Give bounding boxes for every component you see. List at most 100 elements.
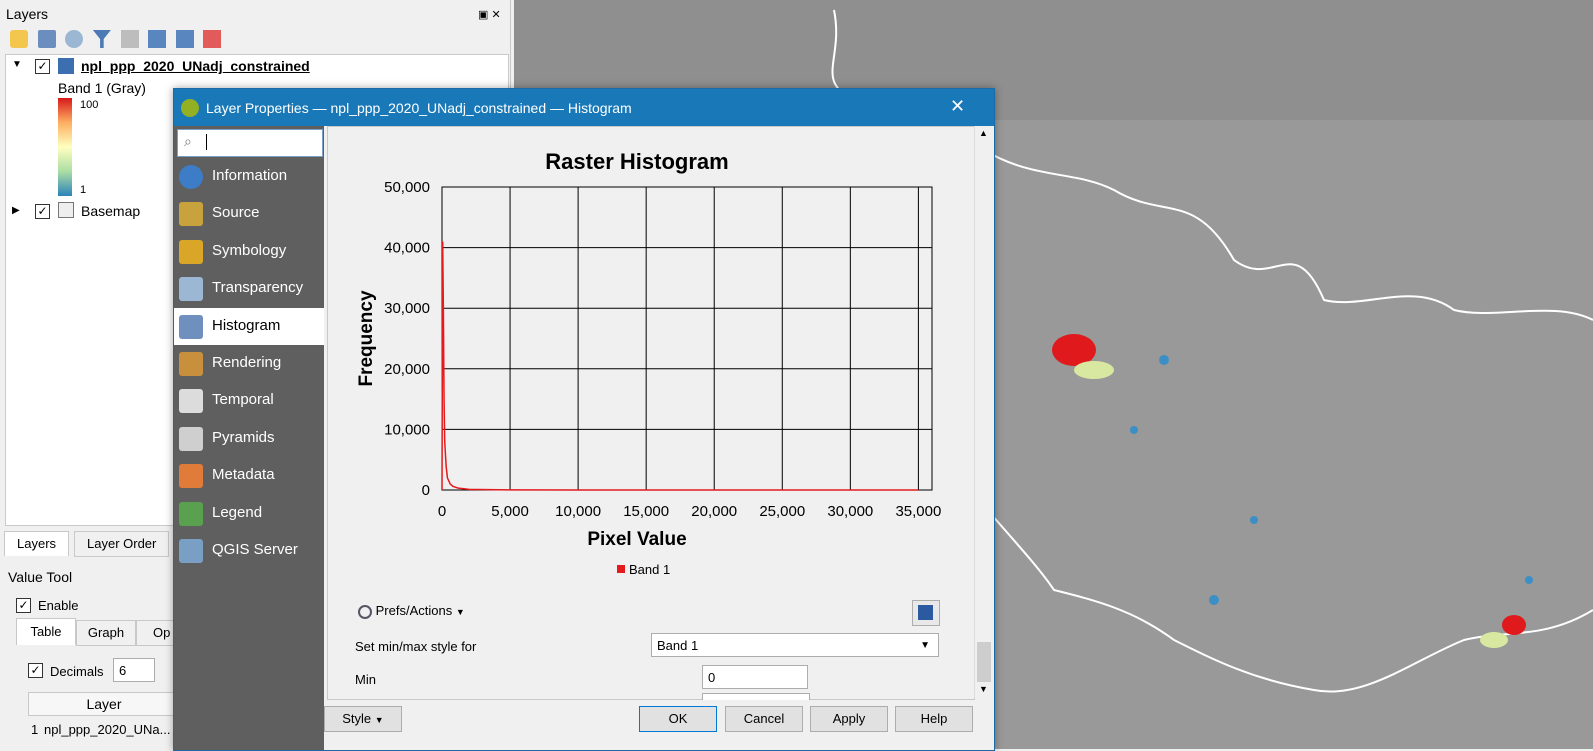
source-icon xyxy=(179,202,203,227)
search-icon: ⌕ xyxy=(184,133,192,149)
filter-icon[interactable] xyxy=(92,30,111,48)
nav-label: Legend xyxy=(212,503,263,521)
y-tick-label: 40,000 xyxy=(384,240,430,257)
histogram-page: Raster Histogram 0 5,000 10,000 15,000 20,000… xyxy=(327,126,975,700)
server-icon xyxy=(179,539,203,563)
decimals-checkbox[interactable]: ✓ xyxy=(28,663,43,678)
min-input[interactable]: 0 xyxy=(702,665,808,689)
tab-layer-order[interactable]: Layer Order xyxy=(74,531,170,557)
pyramids-icon xyxy=(179,426,203,451)
nav-item-rendering[interactable]: Rendering xyxy=(174,345,324,382)
y-tick-label: 30,000 xyxy=(384,300,430,317)
nav-item-transparency[interactable]: Transparency xyxy=(174,270,324,307)
band-label: Band 1 (Gray) xyxy=(58,80,146,96)
nav-item-source[interactable]: Source xyxy=(174,195,324,232)
row-layer-name: npl_ppp_2020_UNa... xyxy=(44,722,171,737)
style-button[interactable]: Style ▼ xyxy=(324,706,402,732)
dialog-title: Layer Properties — npl_ppp_2020_UNadj_co… xyxy=(206,100,632,116)
expand-all-icon[interactable] xyxy=(148,30,167,48)
y-tick-label: 10,000 xyxy=(384,421,430,438)
save-histogram-button[interactable] xyxy=(912,600,940,626)
x-tick-label: 15,000 xyxy=(623,503,669,520)
max-input-partial[interactable] xyxy=(702,693,810,700)
chart-title: Raster Histogram xyxy=(545,149,728,174)
chevron-down-icon: ▼ xyxy=(920,640,930,651)
collapse-arrow-icon[interactable]: ▶ xyxy=(12,205,20,216)
style-layer-icon[interactable] xyxy=(10,30,28,48)
help-button[interactable]: Help xyxy=(895,706,973,732)
minmax-band-select[interactable]: Band 1 ▼ xyxy=(651,633,939,657)
layer1-name[interactable]: npl_ppp_2020_UNadj_constrained xyxy=(81,58,310,74)
y-axis-label: Frequency xyxy=(356,290,377,387)
panel-float-close-icons[interactable]: ▣ ✕ xyxy=(478,8,501,21)
magnifier-icon xyxy=(358,604,372,619)
minmax-style-label: Set min/max style for xyxy=(355,639,477,654)
content-scrollbar[interactable]: ▲ ▼ xyxy=(974,126,993,698)
nav-item-pyramids[interactable]: Pyramids xyxy=(174,420,324,457)
symbology-icon xyxy=(179,239,203,264)
nav-item-legend[interactable]: Legend xyxy=(174,495,324,532)
eye-icon[interactable] xyxy=(65,30,84,48)
scroll-thumb[interactable] xyxy=(977,642,991,682)
enable-checkbox[interactable]: ✓ xyxy=(16,598,31,613)
collapse-all-icon[interactable] xyxy=(175,30,194,48)
legend-label: Band 1 xyxy=(629,562,670,577)
cancel-button[interactable]: Cancel xyxy=(725,706,803,732)
add-group-icon[interactable] xyxy=(37,30,56,48)
scroll-up-icon[interactable]: ▲ xyxy=(979,128,988,138)
nav-item-information[interactable]: Information xyxy=(174,158,324,195)
apply-button[interactable]: Apply xyxy=(810,706,888,732)
nav-label: Information xyxy=(212,167,288,184)
table-header-layer: Layer xyxy=(28,692,180,716)
save-icon xyxy=(918,605,933,620)
expression-filter-icon[interactable] xyxy=(120,30,139,48)
nav-item-qgis-server[interactable]: QGIS Server xyxy=(174,532,324,569)
remove-layer-icon[interactable] xyxy=(203,30,222,48)
tab-table[interactable]: Table xyxy=(16,618,76,645)
legend-icon xyxy=(179,501,203,526)
close-icon[interactable]: ✕ xyxy=(950,96,965,117)
nav-label: Pyramids xyxy=(212,428,275,446)
tab-layers[interactable]: Layers xyxy=(4,531,70,556)
rendering-icon xyxy=(179,352,203,376)
decimals-spinbox[interactable]: 6 xyxy=(113,658,155,682)
layer2-visibility-checkbox[interactable]: ✓ xyxy=(35,204,50,219)
prefs-actions-button[interactable]: Prefs/Actions ▼ xyxy=(358,603,465,619)
scroll-down-icon[interactable]: ▼ xyxy=(979,684,988,694)
y-tick-label: 20,000 xyxy=(384,361,430,378)
nav-label: QGIS Server xyxy=(212,541,298,558)
nav-item-symbology[interactable]: Symbology xyxy=(174,233,324,270)
transparency-icon xyxy=(179,277,203,302)
prefs-actions-label: Prefs/Actions xyxy=(375,603,453,618)
row-index: 1 xyxy=(31,722,39,737)
info-icon xyxy=(179,165,203,189)
x-tick-label: 0 xyxy=(438,503,446,520)
layer1-visibility-checkbox[interactable]: ✓ xyxy=(35,59,50,74)
search-input[interactable]: ⌕ xyxy=(177,129,323,157)
color-ramp xyxy=(58,98,72,196)
enable-label: Enable xyxy=(38,598,79,613)
clock-icon xyxy=(179,389,203,414)
dialog-titlebar[interactable]: Layer Properties — npl_ppp_2020_UNadj_co… xyxy=(174,89,994,126)
nav-label: Metadata xyxy=(212,466,275,484)
layers-toolbar xyxy=(10,30,222,51)
ok-button[interactable]: OK xyxy=(639,706,717,732)
nav-item-histogram[interactable]: Histogram xyxy=(174,307,324,345)
nav-label: Transparency xyxy=(212,279,304,297)
x-tick-label: 5,000 xyxy=(491,503,529,520)
raster-layer-icon xyxy=(58,58,74,74)
tab-graph[interactable]: Graph xyxy=(76,620,136,646)
expand-arrow-icon[interactable]: ▼ xyxy=(12,59,22,70)
nav-item-temporal[interactable]: Temporal xyxy=(174,382,324,419)
dropdown-arrow-icon: ▼ xyxy=(455,607,465,617)
min-value: 0 xyxy=(708,670,716,685)
layer2-name[interactable]: Basemap xyxy=(81,203,140,219)
x-tick-label: 10,000 xyxy=(555,503,601,520)
x-tick-label: 25,000 xyxy=(759,503,805,520)
decimals-value: 6 xyxy=(119,663,127,678)
style-dropdown-icon: ▼ xyxy=(374,715,384,725)
nav-label: Source xyxy=(212,204,260,222)
value-tool-title: Value Tool xyxy=(8,569,73,585)
nav-item-metadata[interactable]: Metadata xyxy=(174,457,324,494)
min-label: Min xyxy=(355,672,376,687)
